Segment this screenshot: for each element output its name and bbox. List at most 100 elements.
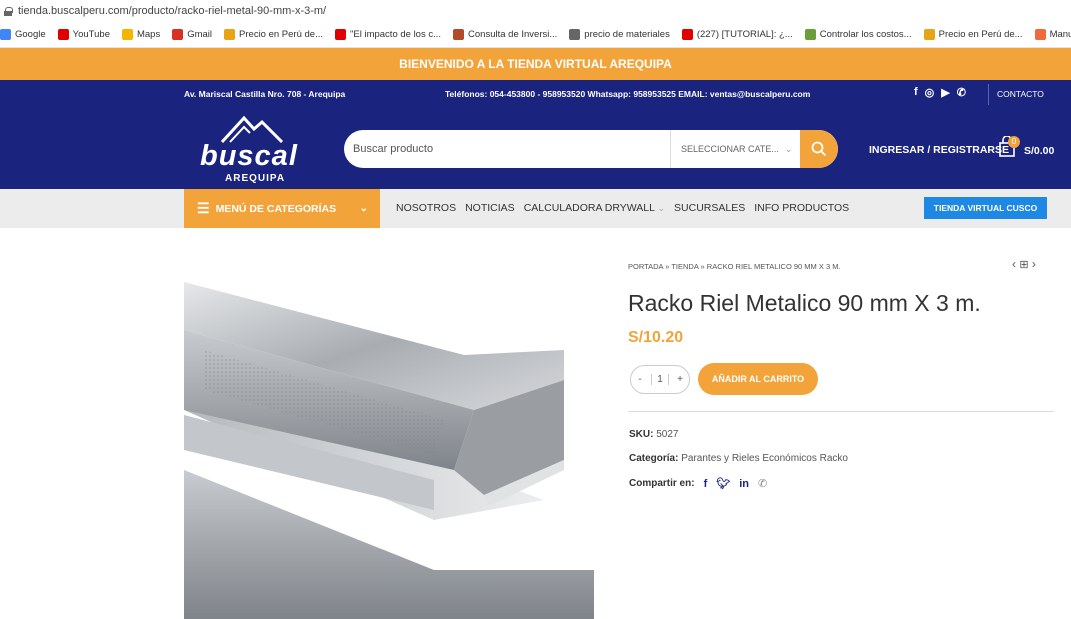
bookmark-item[interactable]: (227) [TUTORIAL]: ¿... — [681, 29, 793, 40]
bookmark-item[interactable]: precio de materiales — [569, 29, 670, 40]
logo-brand: buscal — [200, 140, 298, 172]
bookmark-label: Precio en Perú de... — [938, 29, 1023, 40]
chevron-right-icon[interactable]: › — [1032, 257, 1036, 271]
search-input[interactable]: Buscar producto — [344, 143, 670, 155]
hamburger-icon: ☰ — [197, 200, 210, 216]
bookmark-item[interactable]: Controlar los costos... — [804, 29, 912, 40]
url-text[interactable]: tienda.buscalperu.com/producto/racko-rie… — [18, 5, 326, 17]
nav-link-sucursales[interactable]: SUCURSALES — [674, 202, 745, 214]
chevron-down-icon: ⌄ — [359, 203, 368, 214]
login-register-link[interactable]: INGRESAR / REGISTRARSE — [869, 144, 1009, 156]
sku-label: SKU: — [629, 429, 654, 440]
site-header: buscal AREQUIPA Buscar producto SELECCIO… — [0, 109, 1071, 189]
announcement-bar: BIENVENIDO A LA TIENDA VIRTUAL AREQUIPA — [0, 48, 1071, 80]
product-image[interactable] — [184, 270, 594, 619]
top-info-bar: Av. Mariscal Castilla Nro. 708 - Arequip… — [0, 80, 1071, 109]
add-to-cart-label: AÑADIR AL CARRITO — [711, 374, 805, 384]
category-select[interactable]: SELECCIONAR CATE... ⌄ — [670, 130, 800, 168]
bookmark-label: "El impacto de los c... — [350, 29, 442, 40]
nav-links: NOSOTROS NOTICIAS CALCULADORA DRYWALL SU… — [396, 202, 849, 214]
product-sku: SKU: 5027 — [629, 429, 678, 440]
add-to-cart-button[interactable]: AÑADIR AL CARRITO — [698, 363, 818, 395]
cart-count-badge: 0 — [1008, 136, 1020, 148]
grid-icon[interactable]: ⊞ — [1019, 259, 1028, 271]
contact-info: Teléfonos: 054-453800 - 958953520 Whatsa… — [445, 89, 811, 99]
product-page: PORTADA » TIENDA » RACKO RIEL METALICO 9… — [0, 228, 1071, 619]
bookmark-label: YouTube — [72, 29, 110, 40]
bookmark-item[interactable]: "El impacto de los c... — [335, 29, 441, 40]
bookmark-label: (227) [TUTORIAL]: ¿... — [696, 29, 793, 40]
maps-icon — [121, 29, 133, 40]
logo-city: AREQUIPA — [225, 173, 286, 184]
quantity-input[interactable]: 1 — [651, 374, 669, 385]
lock-icon — [4, 6, 13, 16]
address-bar[interactable]: tienda.buscalperu.com/producto/racko-rie… — [0, 0, 1071, 22]
globe-icon — [569, 29, 581, 40]
product-price: S/10.20 — [628, 329, 684, 346]
search-button[interactable] — [800, 130, 838, 168]
nav-link-nosotros[interactable]: NOSOTROS — [396, 202, 456, 214]
metal-track-image — [184, 282, 594, 619]
chevron-left-icon[interactable]: ‹ — [1012, 257, 1016, 271]
site-icon — [453, 29, 465, 40]
product-title: Racko Riel Metalico 90 mm X 3 m. — [628, 290, 981, 316]
site-logo[interactable]: buscal AREQUIPA — [200, 115, 310, 185]
bookmark-item[interactable]: Consulta de Inversi... — [453, 29, 557, 40]
contact-link[interactable]: CONTACTO — [997, 89, 1044, 99]
tienda-cusco-button[interactable]: TIENDA VIRTUAL CUSCO — [924, 197, 1047, 219]
chevron-down-icon: ⌄ — [784, 143, 793, 154]
site-icon — [804, 29, 816, 40]
share-row: Compartir en: f 🐦︎ in ✆ — [629, 477, 767, 491]
decrease-button[interactable]: - — [634, 374, 646, 385]
cart-button[interactable]: 0 S/0.00 — [998, 135, 1054, 163]
cart-total: S/0.00 — [1024, 145, 1055, 157]
bookmark-label: Precio en Perú de... — [239, 29, 323, 40]
search-icon — [811, 141, 827, 157]
share-label: Compartir en: — [629, 478, 695, 489]
bookmark-item[interactable]: Manual de s10 200 — [1034, 29, 1071, 40]
youtube-icon[interactable]: ▶ — [941, 86, 949, 99]
breadcrumb[interactable]: PORTADA » TIENDA » RACKO RIEL METALICO 9… — [628, 262, 841, 271]
category-label: Categoría: — [629, 453, 679, 464]
whatsapp-icon[interactable]: ✆ — [957, 86, 966, 99]
bookmark-label: Google — [15, 29, 46, 40]
facebook-icon[interactable]: f — [914, 86, 918, 99]
bookmark-item[interactable]: Google — [0, 29, 46, 40]
nav-link-info-productos[interactable]: INFO PRODUCTOS — [754, 202, 849, 214]
gmail-icon — [172, 29, 184, 40]
nav-link-noticias[interactable]: NOTICIAS — [465, 202, 515, 214]
nav-link-calculadora-drywall[interactable]: CALCULADORA DRYWALL — [524, 202, 665, 214]
whatsapp-icon[interactable]: ✆ — [758, 477, 767, 490]
facebook-icon[interactable]: f — [704, 478, 708, 490]
linkedin-icon[interactable]: in — [739, 478, 749, 490]
youtube-icon — [335, 29, 346, 40]
bookmark-label: Manual de s10 200 — [1049, 29, 1071, 40]
bookmark-item[interactable]: Precio en Perú de... — [923, 29, 1023, 40]
mountain-logo-icon — [220, 115, 284, 143]
bookmark-label: Controlar los costos... — [819, 29, 912, 40]
quantity-stepper[interactable]: - 1 + — [630, 365, 690, 394]
bookmark-item[interactable]: Gmail — [172, 29, 212, 40]
tienda-cusco-label: TIENDA VIRTUAL CUSCO — [933, 203, 1038, 213]
search-form: Buscar producto SELECCIONAR CATE... ⌄ — [344, 130, 838, 168]
main-nav: ☰ MENÚ DE CATEGORÍAS ⌄ NOSOTROS NOTICIAS… — [0, 189, 1071, 228]
site-icon — [923, 29, 935, 40]
category-link[interactable]: Parantes y Rieles Económicos Racko — [681, 453, 848, 464]
bookmark-label: Gmail — [187, 29, 213, 40]
instagram-icon[interactable]: ◎ — [925, 86, 935, 99]
product-nav-icons: ‹ ⊞ › — [1012, 257, 1036, 271]
divider — [628, 411, 1054, 412]
categories-menu-button[interactable]: ☰ MENÚ DE CATEGORÍAS ⌄ — [184, 189, 380, 228]
twitter-icon[interactable]: 🐦︎ — [716, 477, 730, 490]
bookmark-item[interactable]: Precio en Perú de... — [224, 29, 323, 40]
sku-value: 5027 — [656, 429, 679, 440]
categories-menu-label: MENÚ DE CATEGORÍAS — [215, 202, 337, 215]
youtube-icon — [681, 29, 693, 40]
bookmarks-bar: Google YouTube Maps Gmail Precio en Perú de.… — [0, 22, 1071, 48]
bookmark-item[interactable]: YouTube — [57, 29, 110, 40]
bookmark-item[interactable]: Maps — [121, 29, 160, 40]
increase-button[interactable]: + — [674, 374, 686, 385]
store-address: Av. Mariscal Castilla Nro. 708 - Arequip… — [184, 89, 346, 99]
google-icon — [0, 29, 11, 40]
divider — [988, 84, 989, 105]
